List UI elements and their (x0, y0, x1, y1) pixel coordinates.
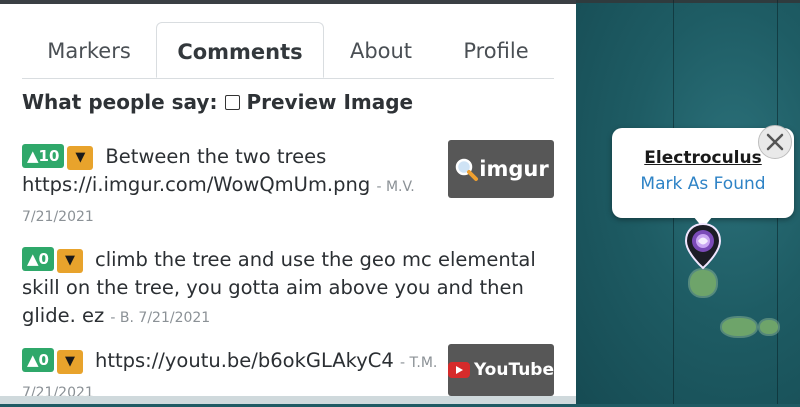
imgur-thumbnail[interactable]: imgur (448, 140, 554, 198)
downvote-button[interactable]: ▼ (67, 146, 94, 170)
tab-profile[interactable]: Profile (438, 22, 554, 78)
downvote-button[interactable]: ▼ (56, 249, 83, 273)
panel-bottom-edge (0, 396, 576, 404)
mark-as-found-link[interactable]: Mark As Found (612, 174, 794, 194)
youtube-thumbnail[interactable]: YouTube (448, 344, 554, 396)
youtube-label: YouTube (473, 360, 554, 380)
map-island (690, 270, 716, 296)
imgur-label: imgur (479, 157, 549, 181)
tab-comments[interactable]: Comments (156, 22, 324, 78)
comments-prompt: What people say: (22, 90, 218, 114)
play-icon (448, 362, 470, 378)
upvote-button[interactable]: ▲0 (22, 247, 54, 271)
comment-item: ▲0 ▼ climb the tree and use the geo mc ele… (22, 246, 562, 332)
map-island (722, 318, 756, 336)
tab-bar: Markers Comments About Profile (22, 22, 554, 79)
close-icon[interactable] (758, 125, 792, 159)
comment-text: climb the tree and use the geo mc elemen… (22, 248, 536, 327)
comment-item: ▲10 ▼ Between the two trees https://i.imgu… (22, 143, 442, 231)
comments-header: What people say: Preview Image (22, 90, 413, 114)
preview-image-checkbox[interactable] (225, 94, 241, 110)
comment-meta: - B. 7/21/2021 (110, 310, 211, 326)
downvote-button[interactable]: ▼ (56, 350, 83, 374)
tab-markers[interactable]: Markers (22, 22, 156, 78)
map-top-strip (576, 0, 800, 3)
comment-text: https://youtu.be/b6okGLAkyC4 (94, 349, 394, 372)
preview-image-label[interactable]: Preview Image (246, 90, 413, 114)
map-island (760, 320, 778, 334)
upvote-button[interactable]: ▲10 (22, 144, 65, 168)
tab-about[interactable]: About (324, 22, 438, 78)
electroculus-marker-icon[interactable] (684, 222, 722, 270)
magnifier-icon (456, 158, 479, 181)
upvote-button[interactable]: ▲0 (22, 348, 54, 372)
